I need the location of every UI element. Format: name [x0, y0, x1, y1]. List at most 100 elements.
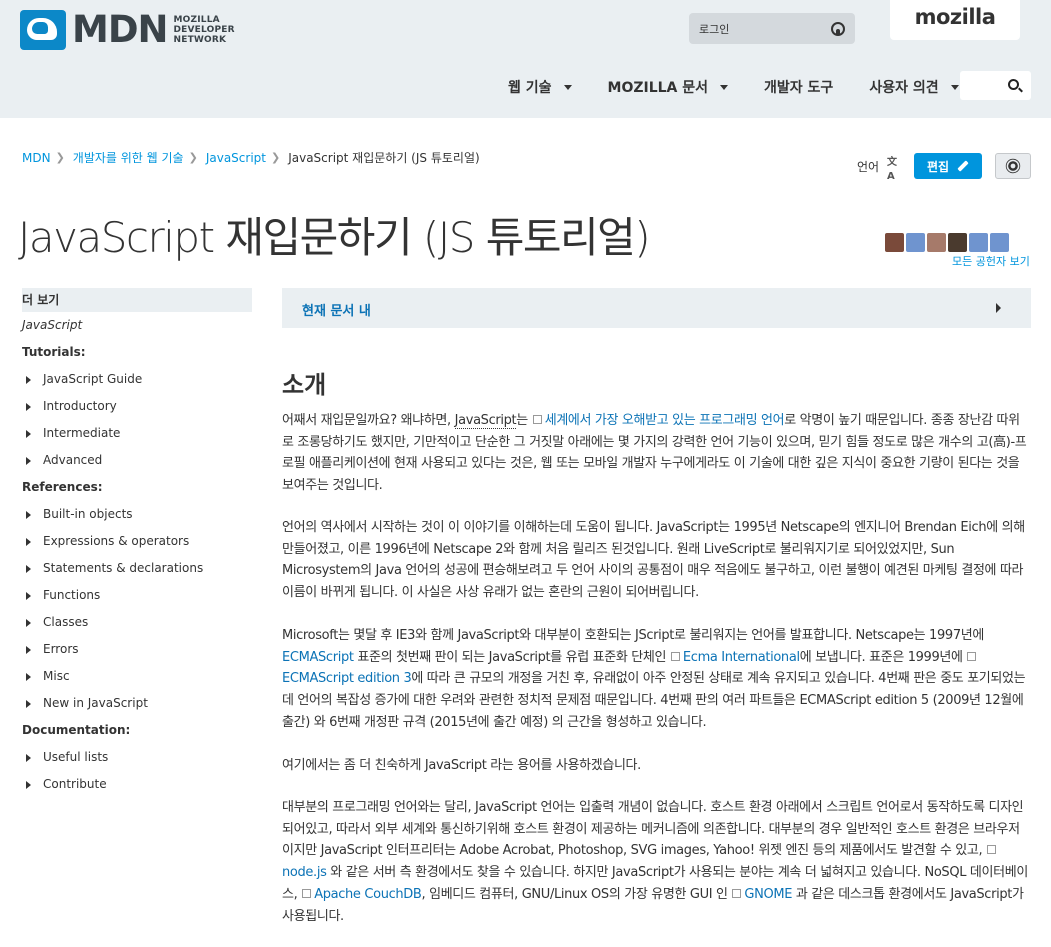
logo-text: MDN [72, 8, 168, 51]
contributors-list [885, 233, 1011, 252]
breadcrumb: MDN ❯ 개발자를 위한 웹 기술 ❯ JavaScript ❯ JavaSc… [22, 149, 480, 166]
link-couchdb[interactable]: Apache CouchDB [314, 887, 422, 902]
avatar[interactable] [990, 233, 1009, 252]
caret-right-icon [26, 375, 31, 384]
sidebar: 더 보기 JavaScript Tutorials: JavaScript Gu… [22, 288, 252, 798]
github-icon [831, 21, 845, 36]
sidebar-item-javascript[interactable]: JavaScript [22, 312, 252, 339]
avatar[interactable] [885, 233, 904, 252]
language-label[interactable]: 언어 [857, 158, 879, 175]
external-link-icon [532, 415, 542, 424]
sidebar-documentation-list: Useful lists Contribute [22, 744, 252, 798]
caret-right-icon [26, 753, 31, 762]
site-header: MDN MOZILLA DEVELOPER NETWORK 로그인 mozill… [0, 0, 1051, 118]
sidebar-item-label: Advanced [43, 453, 103, 467]
mozilla-tab[interactable]: mozilla [890, 0, 1020, 40]
nav-mozilla-docs[interactable]: MOZILLA 문서 [608, 77, 729, 97]
avatar[interactable] [927, 233, 946, 252]
mdn-logo[interactable]: MDN MOZILLA DEVELOPER NETWORK [20, 10, 235, 50]
language-icon[interactable]: 文A [887, 156, 903, 182]
abbr-javascript: JavaScript [454, 413, 517, 429]
sidebar-references-list: Built-in objects Expressions & operators S… [22, 501, 252, 717]
paragraph-5: 대부분의 프로그래밍 언어와는 달리, JavaScript 언어는 입출력 개… [282, 800, 1028, 924]
link-misunderstood[interactable]: 세계에서 가장 오해받고 있는 프로그래밍 언어 [545, 413, 785, 428]
sidebar-item-documentation[interactable]: Contribute [22, 771, 252, 798]
sidebar-item-reference[interactable]: New in JavaScript [22, 690, 252, 717]
sidebar-item-label: Errors [43, 642, 79, 656]
sidebar-item-reference[interactable]: Statements & declarations [22, 555, 252, 582]
breadcrumb-javascript[interactable]: JavaScript [206, 151, 266, 165]
caret-right-icon [26, 510, 31, 519]
breadcrumb-current: JavaScript 재입문하기 (JS 튜토리얼) [288, 151, 480, 165]
sidebar-item-label: Expressions & operators [43, 534, 190, 548]
sidebar-tutorials-list: JavaScript Guide Introductory Intermediate… [22, 366, 252, 474]
main-nav: 웹 기술 MOZILLA 문서 개발자 도구 사용자 의견 [508, 70, 995, 104]
caret-right-icon [26, 429, 31, 438]
sidebar-item-label: Classes [43, 615, 89, 629]
chevron-right-icon: ❯ [55, 151, 65, 164]
link-ecma-international[interactable]: Ecma International [683, 650, 800, 665]
link-nodejs[interactable]: node.js [282, 865, 327, 880]
chevron-right-icon: ❯ [270, 151, 281, 164]
breadcrumb-web-tech[interactable]: 개발자를 위한 웹 기술 [73, 149, 184, 166]
caret-right-icon [996, 303, 1001, 313]
paragraph-2: 언어의 역사에서 시작하는 것이 이 이야기를 이해하는데 도움이 됩니다. J… [282, 520, 1025, 601]
caret-right-icon [26, 780, 31, 789]
avatar[interactable] [969, 233, 988, 252]
nav-web-tech[interactable]: 웹 기술 [508, 77, 572, 97]
sidebar-item-tutorial[interactable]: JavaScript Guide [22, 366, 252, 393]
sidebar-item-documentation[interactable]: Useful lists [22, 744, 252, 771]
nav-feedback[interactable]: 사용자 의견 [869, 77, 959, 97]
sidebar-item-reference[interactable]: Classes [22, 609, 252, 636]
sidebar-item-tutorial[interactable]: Intermediate [22, 420, 252, 447]
sidebar-header: 더 보기 [22, 288, 252, 312]
sidebar-item-label: Contribute [43, 777, 107, 791]
caret-right-icon [26, 672, 31, 681]
sidebar-item-reference[interactable]: Misc [22, 663, 252, 690]
settings-button[interactable] [995, 153, 1031, 179]
sidebar-item-label: Misc [43, 669, 70, 683]
caret-right-icon [26, 402, 31, 411]
paragraph-1: 어째서 재입문일까요? 왜냐하면, JavaScript는 세계에서 가장 오해… [282, 413, 1027, 494]
edit-button[interactable]: 편집 [914, 153, 982, 179]
sidebar-item-tutorial[interactable]: Introductory [22, 393, 252, 420]
link-gnome[interactable]: GNOME [744, 887, 792, 902]
sidebar-item-label: Functions [43, 588, 101, 602]
nav-dev-tools[interactable]: 개발자 도구 [764, 77, 833, 97]
breadcrumb-mdn[interactable]: MDN [22, 151, 51, 165]
caret-right-icon [26, 537, 31, 546]
toc-toggle[interactable]: 현재 문서 내 [282, 288, 1031, 328]
avatar[interactable] [948, 233, 967, 252]
paragraph-3: Microsoft는 몇달 후 IE3와 함께 JavaScript와 대부분이… [282, 628, 1026, 730]
toc-title: 현재 문서 내 [302, 304, 371, 319]
sidebar-item-tutorial[interactable]: Advanced [22, 447, 252, 474]
external-link-icon [302, 888, 312, 898]
all-contributors-link[interactable]: 모든 공헌자 보기 [952, 253, 1030, 269]
sidebar-item-label: Useful lists [43, 750, 109, 764]
paragraph-4: 여기에서는 좀 더 친숙하게 JavaScript 라는 용어를 사용하겠습니다… [282, 758, 641, 773]
chevron-right-icon: ❯ [188, 151, 198, 164]
sidebar-item-reference[interactable]: Functions [22, 582, 252, 609]
external-link-icon [987, 845, 997, 855]
sidebar-item-label: New in JavaScript [43, 696, 148, 710]
sidebar-section-tutorials: Tutorials: [22, 345, 86, 359]
login-button[interactable]: 로그인 [689, 13, 855, 44]
sidebar-item-label: Introductory [43, 399, 117, 413]
sidebar-item-label: Built-in objects [43, 507, 133, 521]
caret-right-icon [26, 591, 31, 600]
link-ecmascript[interactable]: ECMAScript [282, 650, 354, 665]
sidebar-item-label: JavaScript Guide [43, 372, 143, 386]
link-ecmascript-3[interactable]: ECMAScript edition 3 [282, 671, 412, 686]
sidebar-item-reference[interactable]: Built-in objects [22, 501, 252, 528]
section-heading: 소개 [282, 371, 327, 399]
sidebar-item-reference[interactable]: Expressions & operators [22, 528, 252, 555]
sidebar-section-references: References: [22, 480, 103, 494]
caret-right-icon [26, 645, 31, 654]
chevron-down-icon [563, 84, 572, 90]
avatar[interactable] [906, 233, 925, 252]
sidebar-item-label: Statements & declarations [43, 561, 204, 575]
search-input[interactable] [960, 71, 1031, 100]
search-icon[interactable] [1008, 79, 1019, 90]
sidebar-item-reference[interactable]: Errors [22, 636, 252, 663]
external-link-icon [732, 888, 742, 898]
